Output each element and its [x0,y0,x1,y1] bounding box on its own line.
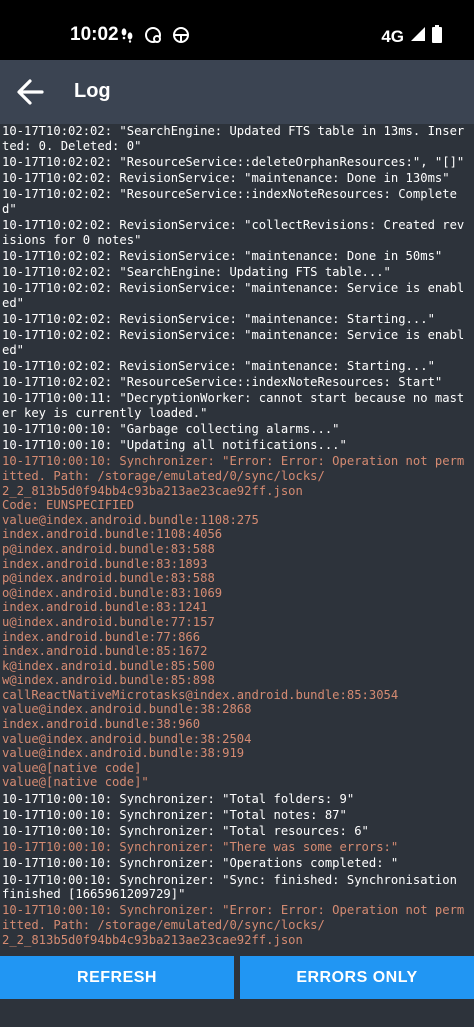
log-entry: 10-17T10:02:02: RevisionService: "mainte… [2,281,465,310]
back-button[interactable] [12,74,48,110]
battery-icon [432,25,442,48]
log-entry: 10-17T10:00:10: "Garbage collecting alar… [2,422,340,436]
status-notification-icons [120,26,190,49]
footsteps-icon [120,27,134,48]
log-entry: 10-17T10:00:10: Synchronizer: "There was… [2,840,399,855]
log-entry: 10-17T10:00:10: Synchronizer: "Sync: fin… [2,872,465,902]
status-time: 10:02 [70,24,119,45]
signal-icon [410,26,426,47]
log-entry: 10-17T10:02:02: RevisionService: "mainte… [2,328,465,357]
log-entry: 10-17T10:02:02: RevisionService: "mainte… [2,311,435,326]
arrow-left-icon [17,79,44,105]
page-title: Log [74,80,111,102]
log-entry: 10-17T10:02:02: RevisionService: "collec… [2,217,465,247]
app-bar: Log [0,60,474,124]
log-entry: 10-17T10:02:02: "ResourceService::delete… [2,154,465,169]
log-entry: 10-17T10:02:02: "SearchEngine: Updated F… [2,124,465,153]
log-entry: 10-17T10:00:10: "Updating all notificati… [2,438,347,453]
log-entry: 10-17T10:02:02: RevisionService: "mainte… [2,170,450,185]
log-list[interactable]: 10-17T10:02:02: "SearchEngine: Updated F… [0,124,474,954]
errors-only-button[interactable]: ERRORS ONLY [240,956,474,999]
log-entry: 10-17T10:02:02: RevisionService: "mainte… [2,248,443,263]
sync-badge-icon [144,26,162,49]
log-entry: 10-17T10:00:10: Synchronizer: "Error: Er… [2,454,465,790]
steering-icon [172,26,190,49]
log-entry: 10-17T10:02:02: "ResourceService::indexN… [2,375,443,390]
refresh-button[interactable]: REFRESH [0,956,234,999]
log-entry: 10-17T10:00:10: Synchronizer: "Operation… [2,856,399,871]
log-entry: 10-17T10:00:10: Synchronizer: "Total fol… [2,791,355,806]
log-entry: 10-17T10:00:11: "DecryptionWorker: canno… [2,391,465,420]
network-label: 4G [381,26,404,46]
log-entry: 10-17T10:00:10: Synchronizer: "Error: Er… [2,903,465,947]
status-right-icons: 4G [381,25,442,48]
bottom-button-bar: REFRESH ERRORS ONLY [0,954,474,1027]
log-entry: 10-17T10:00:10: Synchronizer: "Total res… [2,824,369,838]
log-entry: 10-17T10:02:02: RevisionService: "mainte… [2,358,435,373]
log-entry: 10-17T10:00:10: Synchronizer: "Total not… [2,807,347,822]
log-entry: 10-17T10:02:02: "SearchEngine: Updating … [2,264,391,279]
log-entry: 10-17T10:02:02: "ResourceService::indexN… [2,187,457,216]
status-bar: 10:02 4G [0,0,474,60]
